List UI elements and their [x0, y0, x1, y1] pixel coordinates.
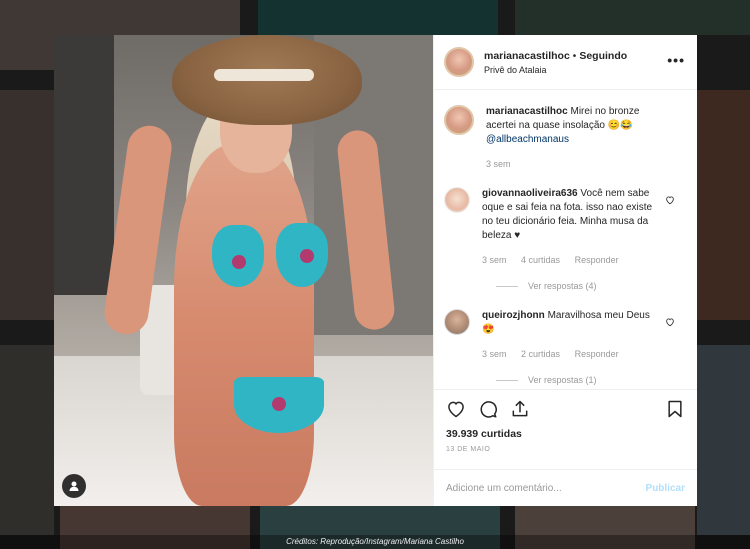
comments-list[interactable]: marianacastilhoc Mirei no bronze acertei… — [434, 91, 697, 388]
publish-button[interactable]: Publicar — [646, 483, 685, 494]
comment-item: queirozjhonn Maravilhosa meu Deus😍 3 sem… — [444, 309, 685, 361]
mention-link[interactable]: @allbeachmanaus — [486, 133, 666, 147]
avatar[interactable] — [444, 187, 470, 213]
post-photo[interactable] — [54, 35, 433, 506]
comment-time[interactable]: 3 sem — [482, 255, 507, 265]
photo-background — [54, 35, 114, 295]
comment-like-icon[interactable] — [665, 195, 675, 205]
bookmark-icon[interactable] — [665, 399, 685, 419]
view-replies-button[interactable]: Ver respostas (1) — [496, 375, 685, 385]
post-header-text: marianacastilhoc • Seguindo Privê do Atala… — [484, 50, 627, 75]
avatar[interactable] — [444, 47, 474, 77]
caption-body: marianacastilhoc Mirei no bronze acertei… — [486, 105, 666, 171]
tagged-users-button[interactable] — [62, 474, 86, 498]
avatar[interactable] — [444, 309, 470, 335]
comment-time[interactable]: 3 sem — [482, 349, 507, 359]
like-count[interactable]: 39.939 curtidas — [446, 428, 685, 440]
replies-divider — [496, 285, 518, 287]
comment-item: giovannaoliveira636 Você nem sabe oque e… — [444, 187, 685, 267]
author-username-link[interactable]: marianacastilhoc — [484, 50, 570, 62]
more-horizontal-icon: ••• — [667, 52, 685, 68]
heart-icon[interactable] — [446, 399, 466, 419]
caption-time[interactable]: 3 sem — [486, 159, 511, 169]
reply-button[interactable]: Responder — [575, 349, 619, 359]
avatar[interactable] — [444, 105, 474, 135]
reply-button[interactable]: Responder — [575, 255, 619, 265]
following-button[interactable]: Seguindo — [579, 50, 627, 62]
view-replies-label: Ver respostas (1) — [528, 375, 597, 385]
caption-timestamp: 3 sem — [486, 157, 666, 171]
comment-input[interactable] — [446, 482, 646, 494]
caption-username-link[interactable]: marianacastilhoc — [486, 106, 568, 117]
post-header: marianacastilhoc • Seguindo Privê do Atala… — [434, 35, 697, 90]
location-link[interactable]: Privê do Atalaia — [484, 65, 627, 75]
comment-username-link[interactable]: queirozjhonn — [482, 310, 545, 321]
photo-bikini-pattern — [232, 255, 246, 269]
user-icon — [69, 481, 79, 491]
replies-divider — [496, 379, 518, 381]
comment-icon[interactable] — [478, 399, 498, 419]
comment-likes[interactable]: 4 curtidas — [521, 255, 560, 265]
comment-likes[interactable]: 2 curtidas — [521, 349, 560, 359]
comment-meta: 3 sem 4 curtidas Responder — [482, 253, 662, 267]
view-replies-label: Ver respostas (4) — [528, 281, 597, 291]
add-comment-bar: Publicar — [434, 469, 697, 506]
comment-meta: 3 sem 2 curtidas Responder — [482, 347, 662, 361]
photo-subject-hat-band — [214, 69, 314, 81]
photo-credit: Créditos: Reprodução/Instagram/Mariana C… — [0, 535, 750, 549]
photo-bikini-pattern — [272, 397, 286, 411]
post-date[interactable]: 13 DE MAIO — [446, 446, 685, 453]
comment-like-icon[interactable] — [665, 317, 675, 327]
photo-subject-body — [174, 145, 314, 506]
share-icon[interactable] — [510, 399, 530, 419]
photo-bikini-pattern — [300, 249, 314, 263]
view-replies-button[interactable]: Ver respostas (4) — [496, 281, 685, 291]
post-actions: 39.939 curtidas 13 DE MAIO — [434, 389, 697, 453]
comment-body: queirozjhonn Maravilhosa meu Deus😍 3 sem… — [482, 309, 662, 361]
post-modal: marianacastilhoc • Seguindo Privê do Atala… — [54, 35, 697, 506]
post-sidebar: marianacastilhoc • Seguindo Privê do Atala… — [433, 35, 697, 506]
more-options-button[interactable]: ••• — [667, 52, 685, 68]
caption: marianacastilhoc Mirei no bronze acertei… — [444, 105, 685, 171]
comment-body: giovannaoliveira636 Você nem sabe oque e… — [482, 187, 662, 267]
separator-dot: • — [572, 50, 577, 62]
action-icons — [446, 398, 685, 420]
comment-username-link[interactable]: giovannaoliveira636 — [482, 188, 578, 199]
